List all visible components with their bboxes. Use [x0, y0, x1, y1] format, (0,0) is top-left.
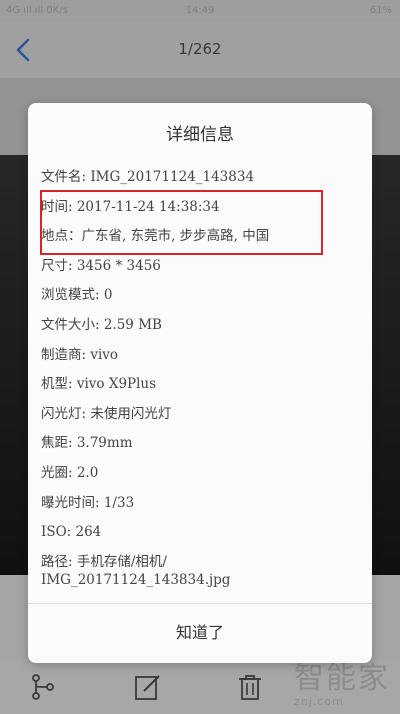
dialog-title: 详细信息: [166, 125, 234, 145]
highlight-box: [40, 190, 323, 255]
detail-row-size: 尺寸: 3456 * 3456: [41, 257, 161, 274]
details-dialog: 详细信息 文件名: IMG_20171124_143834 时间: 2017-1…: [28, 103, 372, 663]
detail-row-flash: 闪光灯: 未使用闪光灯: [41, 405, 172, 422]
detail-row-view-mode: 浏览模式: 0: [41, 287, 113, 304]
detail-row-file-size: 文件大小: 2.59 MB: [41, 316, 162, 333]
detail-row-manufacturer: 制造商: vivo: [41, 346, 119, 363]
detail-row-focal-length: 焦距: 3.79mm: [41, 435, 133, 452]
detail-row-exposure: 曝光时间: 1/33: [41, 494, 135, 511]
ok-button[interactable]: 知道了: [28, 604, 372, 659]
path-line-2: IMG_20171124_143834.jpg: [41, 571, 231, 588]
detail-row-aperture: 光圈: 2.0: [41, 464, 99, 481]
detail-row-filename: 文件名: IMG_20171124_143834: [41, 169, 255, 185]
detail-row-model: 机型: vivo X9Plus: [41, 376, 157, 393]
path-line-1: 路径: 手机存储/相机/: [41, 553, 167, 570]
detail-row-iso: ISO: 264: [41, 524, 102, 541]
detail-row-path: 路径: 手机存储/相机/ IMG_20171124_143834.jpg: [41, 548, 361, 589]
